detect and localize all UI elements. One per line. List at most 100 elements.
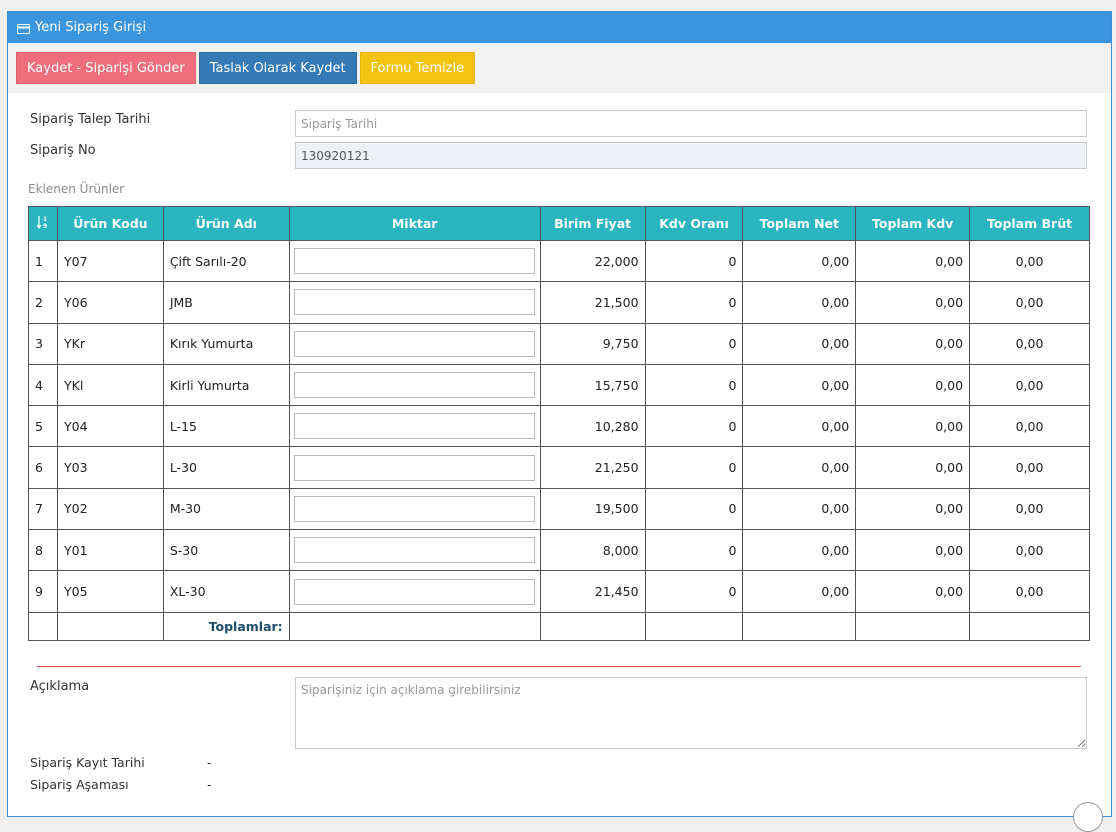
scroll-top-button[interactable] — [1073, 802, 1103, 832]
product-code-cell: Y03 — [56, 446, 164, 489]
sort-numeric-icon: 19 — [36, 215, 49, 231]
vat-rate-cell: 0 — [644, 529, 744, 572]
table-row: 4 YKl Kirli Yumurta 15,750 0 0,00 0,00 0,00 — [28, 363, 1090, 407]
totals-cell — [539, 611, 646, 641]
vat-total-cell: 0,00 — [855, 487, 971, 531]
quantity-cell — [288, 529, 541, 572]
order-stage-value: - — [207, 777, 212, 792]
totals-row: Toplamlar: — [28, 611, 1090, 641]
totals-cell — [288, 611, 541, 641]
vat-total-cell: 0,00 — [855, 446, 971, 489]
quantity-input[interactable] — [293, 289, 535, 316]
product-name-cell: S-30 — [162, 529, 290, 572]
net-total-cell: 0,00 — [742, 487, 857, 531]
gross-total-cell: 0,00 — [969, 487, 1090, 531]
record-date-value: - — [207, 755, 212, 770]
product-name-cell: Kırık Yumurta — [162, 322, 290, 365]
vat-rate-cell: 0 — [644, 487, 744, 531]
net-total-cell: 0,00 — [742, 405, 857, 448]
row-number-cell: 6 — [28, 446, 58, 489]
quantity-input[interactable] — [293, 578, 535, 605]
clear-form-button[interactable]: Formu Temizle — [359, 52, 476, 84]
new-order-panel: Yeni Sipariş Girişi Kaydet - Siparişi Gö… — [7, 11, 1112, 817]
panel-title: Yeni Sipariş Girişi — [35, 20, 147, 35]
quantity-cell — [288, 239, 541, 283]
product-name-cell: Kirli Yumurta — [162, 363, 290, 407]
vat-rate-cell: 0 — [644, 239, 744, 283]
col-vat-rate-header: Kdv Oranı — [644, 206, 744, 241]
svg-text:9: 9 — [43, 223, 47, 229]
vat-rate-cell: 0 — [644, 322, 744, 365]
product-name-cell: Çift Sarılı-20 — [162, 239, 290, 283]
col-net-header: Toplam Net — [742, 206, 857, 241]
product-name-cell: JMB — [162, 281, 290, 324]
table-row: 3 YKr Kırık Yumurta 9,750 0 0,00 0,00 0,00 — [28, 322, 1090, 365]
quantity-input[interactable] — [293, 248, 535, 275]
net-total-cell: 0,00 — [742, 281, 857, 324]
product-name-cell: XL-30 — [162, 570, 290, 613]
table-row: 5 Y04 L-15 10,280 0 0,00 0,00 0,00 — [28, 405, 1090, 448]
row-number-cell: 8 — [28, 529, 58, 572]
order-stage-label: Sipariş Aşaması — [30, 777, 129, 792]
gross-total-cell: 0,00 — [969, 446, 1090, 489]
table-row: 9 Y05 XL-30 21,450 0 0,00 0,00 0,00 — [28, 570, 1090, 613]
vat-rate-cell: 0 — [644, 446, 744, 489]
record-date-label: Sipariş Kayıt Tarihi — [30, 755, 145, 770]
unit-price-cell: 22,000 — [539, 239, 646, 283]
vat-rate-cell: 0 — [644, 363, 744, 407]
table-row: 7 Y02 M-30 19,500 0 0,00 0,00 0,00 — [28, 487, 1090, 531]
col-name-header: Ürün Adı — [162, 206, 290, 241]
product-code-cell: Y07 — [56, 239, 164, 283]
order-date-input[interactable] — [295, 110, 1087, 137]
net-total-cell: 0,00 — [742, 239, 857, 283]
row-number-cell: 7 — [28, 487, 58, 531]
product-code-cell: Y06 — [56, 281, 164, 324]
totals-cell — [742, 611, 857, 641]
sort-column-header[interactable]: 19 — [28, 206, 58, 241]
table-row: 6 Y03 L-30 21,250 0 0,00 0,00 0,00 — [28, 446, 1090, 489]
vat-rate-cell: 0 — [644, 405, 744, 448]
quantity-input[interactable] — [293, 537, 535, 564]
product-code-cell: Y05 — [56, 570, 164, 613]
col-price-header: Birim Fiyat — [539, 206, 646, 241]
net-total-cell: 0,00 — [742, 363, 857, 407]
quantity-input[interactable] — [293, 495, 535, 522]
quantity-cell — [288, 487, 541, 531]
vat-total-cell: 0,00 — [855, 363, 971, 407]
unit-price-cell: 8,000 — [539, 529, 646, 572]
row-number-cell: 4 — [28, 363, 58, 407]
unit-price-cell: 19,500 — [539, 487, 646, 531]
row-number-cell: 9 — [28, 570, 58, 613]
net-total-cell: 0,00 — [742, 446, 857, 489]
totals-cell — [56, 611, 164, 641]
product-code-cell: Y04 — [56, 405, 164, 448]
product-name-cell: L-15 — [162, 405, 290, 448]
row-number-cell: 1 — [28, 239, 58, 283]
vat-total-cell: 0,00 — [855, 322, 971, 365]
table-row: 1 Y07 Çift Sarılı-20 22,000 0 0,00 0,00 0,00 — [28, 239, 1090, 283]
quantity-input[interactable] — [293, 330, 535, 357]
quantity-cell — [288, 405, 541, 448]
description-textarea[interactable] — [295, 677, 1087, 749]
description-label: Açıklama — [30, 679, 90, 694]
gross-total-cell: 0,00 — [969, 239, 1090, 283]
gross-total-cell: 0,00 — [969, 281, 1090, 324]
unit-price-cell: 21,250 — [539, 446, 646, 489]
gross-total-cell: 0,00 — [969, 529, 1090, 572]
products-table: 19 Ürün Kodu Ürün Adı Miktar Birim Fiyat… — [28, 206, 1090, 641]
product-name-cell: M-30 — [162, 487, 290, 531]
table-row: 2 Y06 JMB 21,500 0 0,00 0,00 0,00 — [28, 281, 1090, 324]
toolbar: Kaydet - Siparişi Gönder Taslak Olarak K… — [8, 43, 1111, 93]
quantity-input[interactable] — [293, 372, 535, 399]
submit-order-button[interactable]: Kaydet - Siparişi Gönder — [16, 52, 196, 84]
unit-price-cell: 15,750 — [539, 363, 646, 407]
product-code-cell: Y01 — [56, 529, 164, 572]
col-qty-header: Miktar — [288, 206, 541, 241]
gross-total-cell: 0,00 — [969, 363, 1090, 407]
gross-total-cell: 0,00 — [969, 322, 1090, 365]
product-code-cell: Y02 — [56, 487, 164, 531]
unit-price-cell: 21,500 — [539, 281, 646, 324]
save-draft-button[interactable]: Taslak Olarak Kaydet — [198, 52, 357, 84]
quantity-input[interactable] — [293, 413, 535, 440]
quantity-input[interactable] — [293, 454, 535, 481]
